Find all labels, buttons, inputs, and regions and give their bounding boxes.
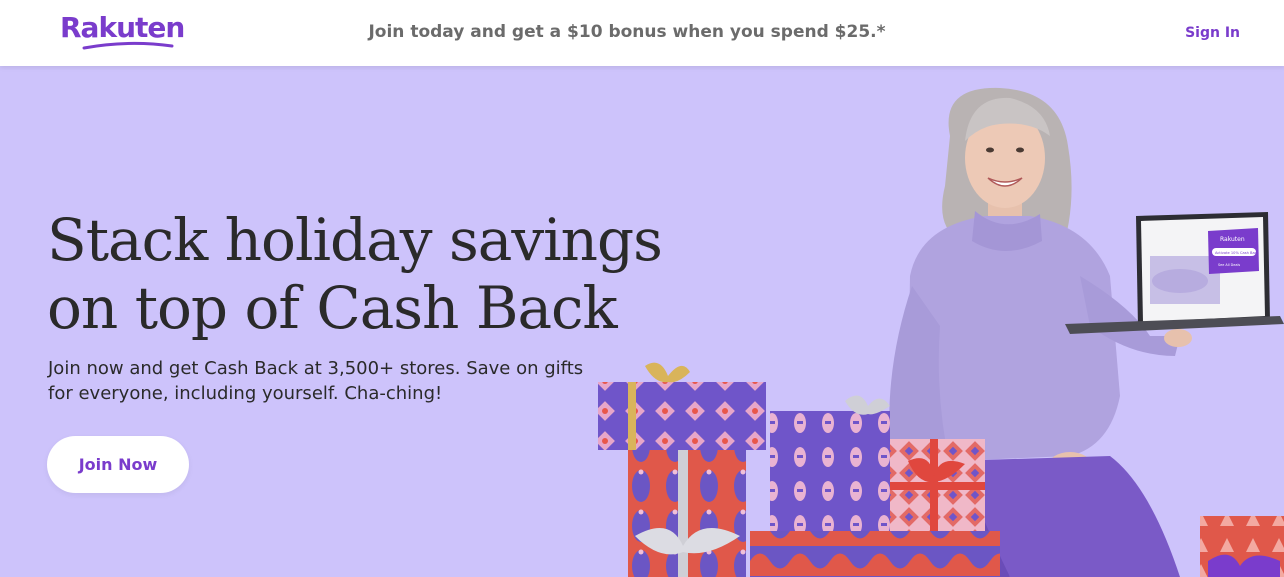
logo-swoosh-icon: [82, 41, 174, 50]
headline-line-1: Stack holiday savings: [47, 206, 663, 274]
headline-line-2: on top of Cash Back: [47, 274, 618, 342]
laptop-rakuten-brand: Rakuten: [1220, 236, 1245, 243]
subtext-line-1: Join now and get Cash Back at 3,500+ sto…: [48, 358, 584, 379]
join-now-button[interactable]: Join Now: [47, 436, 189, 493]
hero-section: Stack holiday savings on top of Cash Bac…: [0, 66, 1284, 577]
promo-banner-text: Join today and get a $10 bonus when you …: [368, 22, 886, 42]
laptop-cash-back-label: Activate 10% Cash Back: [1215, 251, 1260, 255]
top-bar: Rakuten Join today and get a $10 bonus w…: [0, 0, 1284, 66]
laptop-see-all-label: See All Deals: [1218, 263, 1240, 267]
sign-in-link[interactable]: Sign In: [1185, 25, 1240, 41]
hero-subtext: Join now and get Cash Back at 3,500+ sto…: [48, 356, 608, 406]
subtext-line-2: for everyone, including yourself. Cha-ch…: [48, 383, 443, 404]
hero-illustration: Rakuten Activate 10% Cash Back See All D…: [598, 87, 1284, 577]
